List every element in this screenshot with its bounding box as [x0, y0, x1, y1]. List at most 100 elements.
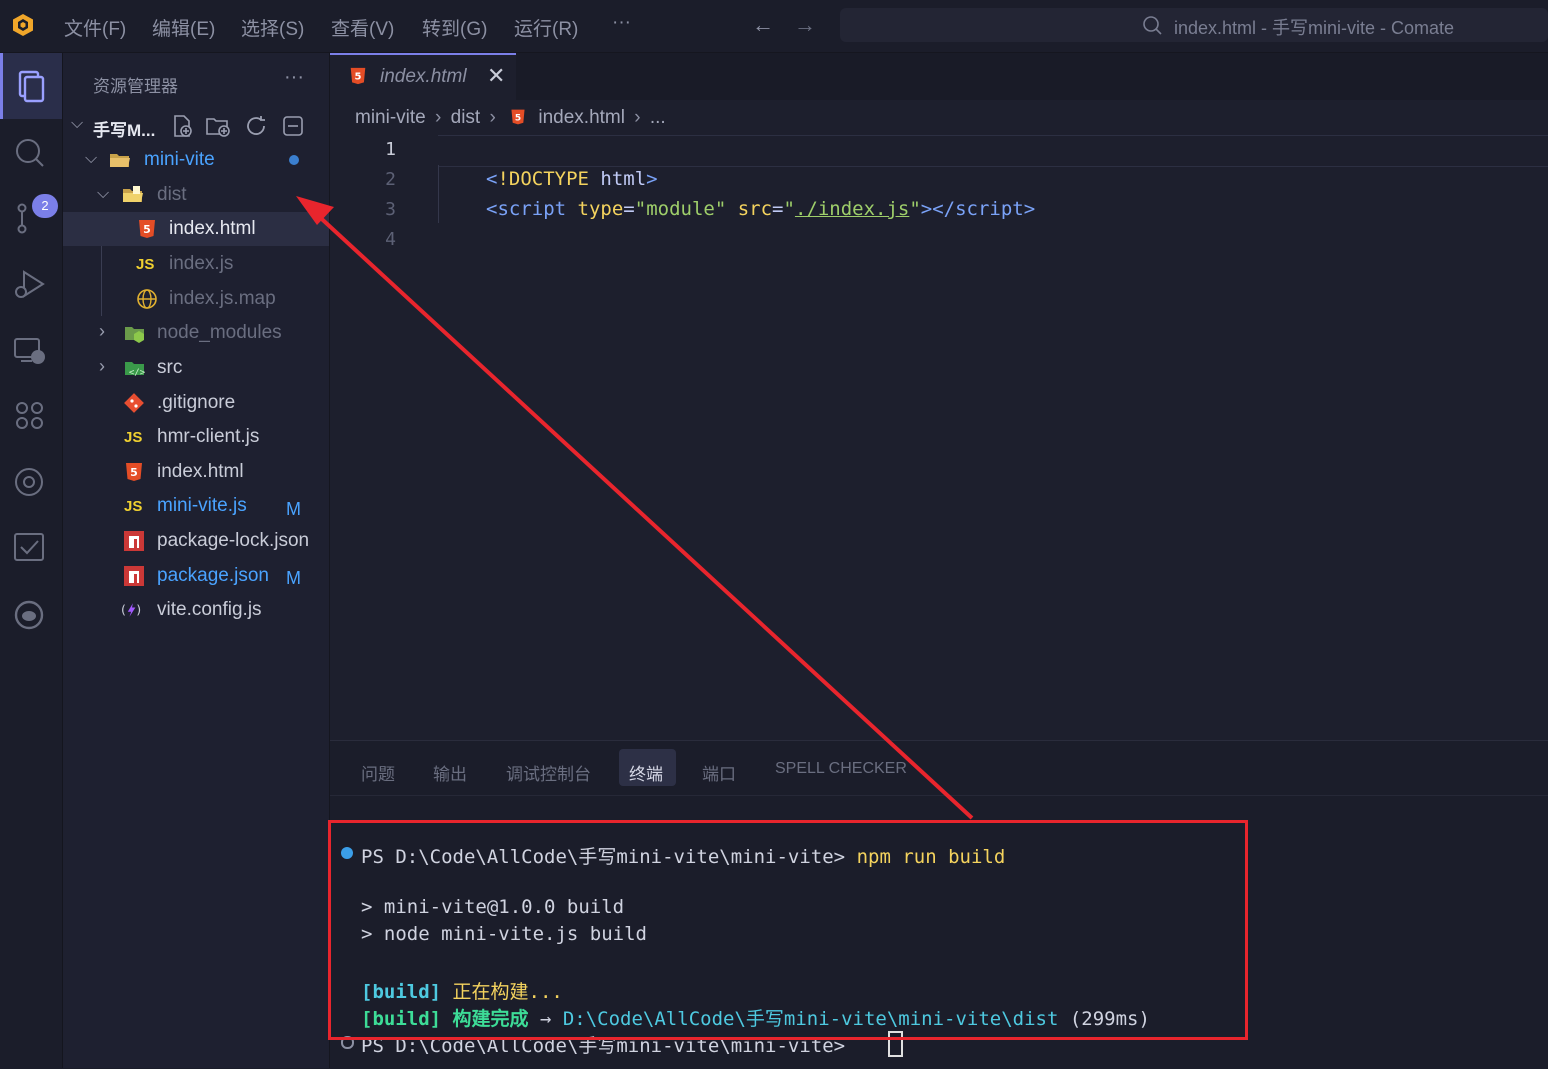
remote-explorer-icon[interactable]	[10, 330, 50, 370]
browser-icon[interactable]	[10, 462, 50, 502]
current-line-highlight	[438, 135, 1548, 167]
tree-item-label: index.html	[169, 218, 256, 239]
tree-item-label: mini-vite	[144, 149, 215, 170]
tree-item-vite-config-js[interactable]: () vite.config.js	[63, 593, 329, 627]
app-logo-icon	[13, 14, 33, 36]
tree-item-gitignore[interactable]: .gitignore	[63, 386, 329, 420]
line-number: 3	[385, 199, 396, 220]
tree-item-package-json[interactable]: package.json M	[63, 559, 329, 593]
panel-tab-spell-checker[interactable]: SPELL CHECKER	[775, 760, 907, 778]
menu-run[interactable]: 运行(R)	[514, 14, 578, 41]
chevron-right-icon: ›	[99, 321, 105, 341]
tree-item-label: hmr-client.js	[157, 426, 260, 447]
js-file-icon: JS	[124, 429, 143, 446]
close-icon[interactable]: ✕	[487, 63, 505, 89]
npm-file-icon	[124, 566, 144, 586]
tasks-icon[interactable]	[10, 527, 50, 567]
tree-item-label: index.html	[157, 461, 244, 482]
map-file-icon	[137, 289, 157, 309]
explorer-more-button[interactable]: ···	[284, 66, 304, 89]
panel-divider	[330, 795, 1548, 796]
html-file-icon: 5	[139, 220, 155, 238]
chevron-right-icon: ›	[489, 107, 496, 128]
tree-item-label: src	[157, 357, 183, 378]
tree-item-dist[interactable]: ⌵ dist	[63, 178, 329, 212]
svg-text:</>: </>	[129, 368, 146, 378]
tree-item-mini-vite-js[interactable]: JS mini-vite.js M	[63, 489, 329, 523]
annotation-box	[328, 820, 1248, 1040]
panel-tab-ports[interactable]: 端口	[702, 760, 736, 785]
run-debug-icon[interactable]	[10, 264, 50, 304]
svg-text:): )	[136, 602, 141, 617]
panel-tab-problems[interactable]: 问题	[361, 760, 395, 785]
tree-item-label: index.js	[169, 253, 234, 274]
folder-dist-icon	[123, 186, 143, 202]
explorer-title: 资源管理器	[93, 77, 178, 96]
breadcrumb-item[interactable]: mini-vite	[355, 107, 426, 128]
panel-tab-output[interactable]: 输出	[433, 760, 467, 785]
vite-file-icon: ()	[121, 602, 141, 617]
explorer-icon[interactable]	[10, 66, 50, 106]
git-file-icon	[124, 393, 144, 413]
html-file-icon: 5	[511, 109, 525, 125]
npm-file-icon	[124, 531, 144, 551]
comate-icon[interactable]	[10, 594, 50, 634]
svg-text:(: (	[121, 602, 126, 617]
tree-item-label: package.json	[157, 565, 269, 586]
folder-src-icon: </>	[125, 362, 146, 378]
panel-tab-debug-console[interactable]: 调试控制台	[506, 760, 591, 785]
search-icon[interactable]	[10, 133, 50, 173]
panel-tab-terminal[interactable]: 终端	[629, 760, 663, 785]
extensions-icon[interactable]	[10, 396, 50, 436]
chevron-down-icon: ⌵	[97, 185, 110, 202]
editor-tab-label: index.html	[380, 66, 467, 87]
svg-text:5: 5	[355, 72, 362, 83]
command-center-label: index.html - 手写mini-vite - Comate	[1174, 18, 1455, 38]
breadcrumb: mini-vite › dist › 5 index.html › ...	[355, 107, 666, 129]
breadcrumb-item[interactable]: dist	[451, 107, 481, 128]
tree-item-hmr-client-js[interactable]: JS hmr-client.js	[63, 420, 329, 454]
tree-item-label: dist	[157, 184, 187, 205]
html-file-icon: 5	[126, 463, 142, 481]
breadcrumb-item[interactable]: ...	[650, 107, 666, 128]
folder-node-icon	[125, 327, 144, 343]
new-folder-icon[interactable]	[205, 114, 231, 138]
code-line-3: <script type="module" src="./index.js"><…	[486, 198, 1036, 220]
menu-file[interactable]: 文件(F)	[64, 14, 126, 41]
tree-item-mini-vite[interactable]: ⌵ mini-vite	[63, 143, 329, 177]
js-file-icon: JS	[124, 498, 143, 515]
tree-item-src[interactable]: › </> src	[63, 351, 329, 385]
tree-item-label: mini-vite.js	[157, 495, 247, 516]
tree-item-dist-index-js[interactable]: JS index.js	[63, 247, 329, 281]
svg-text:5: 5	[515, 113, 521, 123]
menu-selection[interactable]: 选择(S)	[241, 14, 304, 41]
back-arrow-icon[interactable]: ←	[752, 12, 774, 38]
modified-badge: M	[286, 499, 301, 519]
svg-text:5: 5	[143, 223, 151, 236]
line-number: 1	[385, 139, 396, 160]
modified-dot	[289, 155, 299, 165]
line-number: 2	[385, 169, 396, 190]
js-file-icon: JS	[136, 256, 155, 273]
workspace-root-label: 手写M...	[93, 121, 156, 140]
chevron-down-icon: ⌵	[85, 150, 98, 167]
folder-open-icon	[110, 154, 130, 167]
menu-more[interactable]: ···	[612, 12, 631, 34]
chevron-right-icon: ›	[435, 107, 442, 128]
tree-item-dist-index-html[interactable]: 5 index.html	[63, 212, 329, 246]
forward-arrow-icon[interactable]: →	[794, 12, 816, 38]
menu-go[interactable]: 转到(G)	[422, 14, 487, 41]
menu-edit[interactable]: 编辑(E)	[152, 14, 215, 41]
indent-guide	[438, 165, 439, 223]
refresh-icon[interactable]	[244, 114, 268, 138]
new-file-icon[interactable]	[170, 114, 194, 138]
tree-item-dist-index-js-map[interactable]: index.js.map	[63, 282, 329, 316]
breadcrumb-item[interactable]: index.html	[538, 107, 625, 128]
chevron-right-icon: ›	[634, 107, 641, 128]
tree-item-package-lock-json[interactable]: package-lock.json	[63, 524, 329, 558]
tree-item-index-html[interactable]: 5 index.html	[63, 455, 329, 489]
code-editor[interactable]	[330, 100, 1548, 740]
tree-item-node-modules[interactable]: › node_modules	[63, 316, 329, 350]
collapse-all-icon[interactable]	[281, 114, 305, 138]
menu-view[interactable]: 查看(V)	[331, 14, 394, 41]
